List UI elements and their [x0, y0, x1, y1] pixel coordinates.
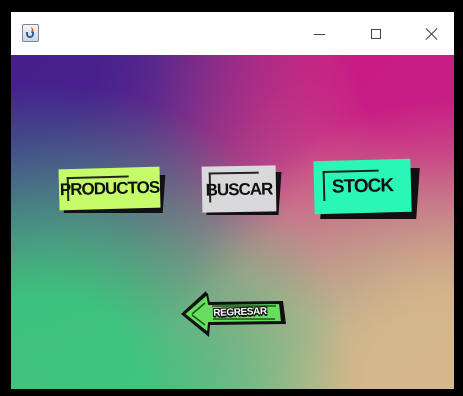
- close-icon: [425, 27, 439, 41]
- buscar-button[interactable]: BUSCAR: [201, 165, 282, 218]
- stock-button-sketch-border: [322, 169, 380, 202]
- stock-button[interactable]: STOCK: [313, 158, 420, 221]
- main-panel: PRODUCTOS BUSCAR STOCK REGRESAR: [11, 55, 454, 389]
- application-window: PRODUCTOS BUSCAR STOCK REGRESAR: [11, 12, 454, 389]
- minimize-button[interactable]: [296, 12, 342, 55]
- close-button[interactable]: [409, 12, 454, 55]
- productos-button-face: PRODUCTOS: [58, 166, 161, 211]
- stock-button-face: STOCK: [313, 158, 412, 215]
- title-bar: [11, 12, 454, 55]
- maximize-button[interactable]: [353, 12, 399, 55]
- java-coffee-icon: [22, 24, 39, 42]
- regresar-button[interactable]: REGRESAR: [179, 287, 288, 340]
- productos-button[interactable]: PRODUCTOS: [58, 166, 166, 216]
- buscar-button-sketch-border: [208, 171, 260, 203]
- regresar-button-label: REGRESAR: [213, 305, 267, 319]
- minimize-icon: [313, 34, 325, 35]
- maximize-icon: [371, 28, 381, 39]
- coffee-cup-icon: [26, 32, 34, 38]
- buscar-button-face: BUSCAR: [201, 165, 277, 213]
- productos-button-sketch-border: [66, 175, 130, 202]
